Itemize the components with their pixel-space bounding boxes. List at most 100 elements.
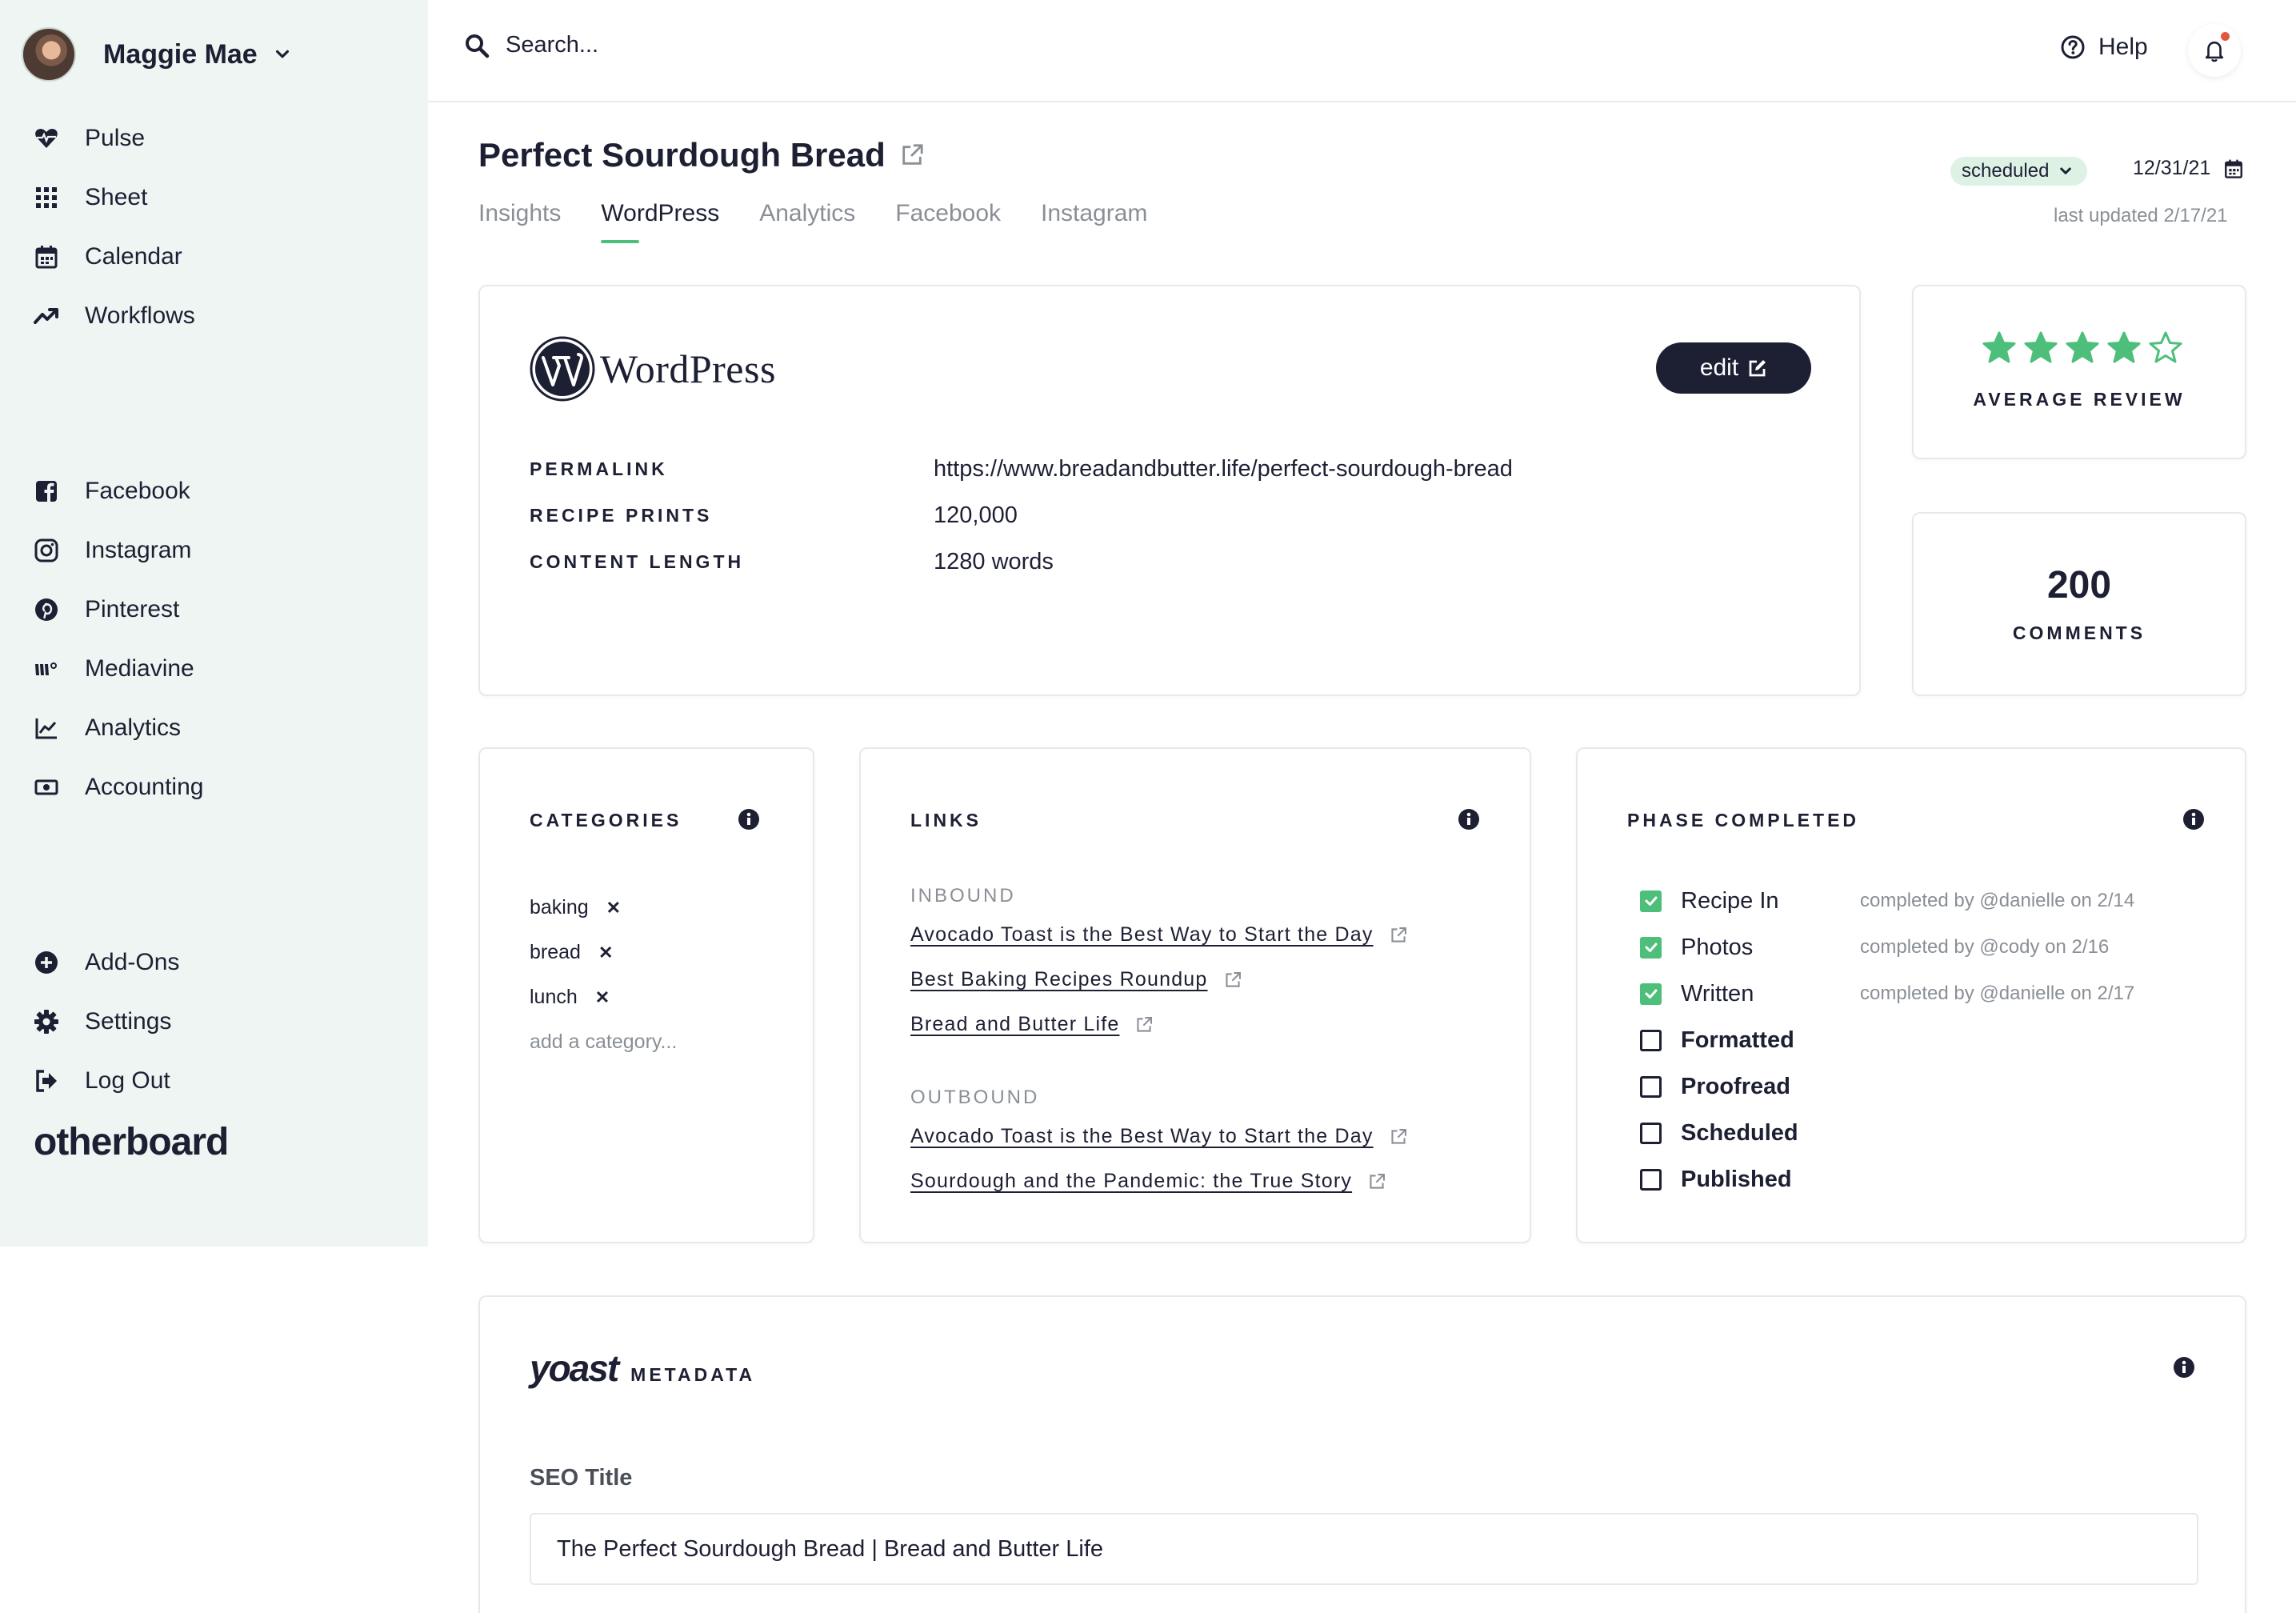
tab-facebook[interactable]: Facebook <box>895 200 1001 243</box>
phase-completed-note: completed by @danielle on 2/14 <box>1860 890 2135 911</box>
nav-item-workflows[interactable]: Workflows <box>30 286 195 346</box>
search-bar <box>464 32 906 58</box>
external-link-icon <box>1137 1016 1153 1032</box>
tab-instagram[interactable]: Instagram <box>1041 200 1147 243</box>
category-tag: baking ✕ <box>530 896 622 919</box>
tab-wordpress[interactable]: WordPress <box>601 200 719 243</box>
wordpress-logo: WordPress <box>530 336 776 402</box>
user-menu[interactable]: Maggie Mae <box>22 26 291 82</box>
info-icon[interactable] <box>2182 808 2205 831</box>
tab-insights[interactable]: Insights <box>478 200 561 243</box>
external-link-icon[interactable] <box>900 143 924 167</box>
phase-item: Recipe In completed by @danielle on 2/14 <box>1640 885 2134 917</box>
external-link-icon <box>1370 1173 1386 1189</box>
schedule-date-picker[interactable]: 12/31/21 <box>2133 157 2244 180</box>
money-icon <box>30 771 62 803</box>
recipe-prints-value: 120,000 <box>934 502 1018 528</box>
yoast-logo: yoast <box>530 1347 619 1389</box>
phase-label: Proofread <box>1681 1073 1790 1099</box>
info-icon[interactable] <box>738 808 760 831</box>
edit-button[interactable]: edit <box>1656 342 1811 394</box>
remove-icon[interactable]: ✕ <box>595 987 610 1008</box>
nav-item-pinterest[interactable]: Pinterest <box>30 580 203 639</box>
add-category-input[interactable] <box>530 1031 770 1054</box>
phase-label: Published <box>1681 1166 1792 1192</box>
inbound-link[interactable]: Avocado Toast is the Best Way to Start t… <box>910 923 1407 947</box>
inbound-link[interactable]: Best Baking Recipes Roundup <box>910 968 1242 991</box>
calendar-icon <box>30 241 62 273</box>
star-rating <box>1982 331 2190 365</box>
check-icon <box>1645 989 1657 999</box>
heart-pulse-icon <box>30 122 62 154</box>
category-tag: bread ✕ <box>530 941 614 963</box>
search-input[interactable] <box>506 32 906 58</box>
brand-logo[interactable]: otherboard <box>34 1120 229 1164</box>
permalink-value[interactable]: https://www.breadandbutter.life/perfect-… <box>934 456 1513 482</box>
info-icon[interactable] <box>1458 808 1480 831</box>
comments-label: COMMENTS <box>2012 622 2146 643</box>
post-tabs: Insights WordPress Analytics Facebook In… <box>478 200 1187 243</box>
phase-label: Recipe In <box>1681 887 1779 914</box>
checkbox-checked[interactable] <box>1640 890 1662 912</box>
nav-item-calendar[interactable]: Calendar <box>30 227 195 286</box>
info-icon[interactable] <box>2173 1356 2195 1379</box>
phase-label: Formatted <box>1681 1027 1794 1053</box>
checkbox-unchecked[interactable] <box>1640 1168 1662 1191</box>
inbound-link[interactable]: Bread and Butter Life <box>910 1013 1153 1036</box>
nav-item-accounting[interactable]: Accounting <box>30 758 203 817</box>
search-icon <box>466 34 490 58</box>
checkbox-unchecked[interactable] <box>1640 1122 1662 1144</box>
status-dropdown[interactable]: scheduled <box>1950 157 2088 186</box>
phase-completed-card: PHASE COMPLETED Recipe In completed by @d… <box>1576 747 2246 1243</box>
nav-item-mediavine[interactable]: Mediavine <box>30 639 203 698</box>
nav-item-log-out[interactable]: Log Out <box>30 1051 179 1111</box>
checkbox-unchecked[interactable] <box>1640 1029 1662 1051</box>
outbound-link[interactable]: Avocado Toast is the Best Way to Start t… <box>910 1125 1407 1148</box>
content-length-value: 1280 words <box>934 548 1054 574</box>
schedule-date: 12/31/21 <box>2133 157 2211 179</box>
notifications-button[interactable] <box>2188 24 2241 77</box>
remove-icon[interactable]: ✕ <box>598 943 613 963</box>
star-filled-icon <box>2066 331 2099 363</box>
top-bar: Help <box>428 0 2296 102</box>
review-label: AVERAGE REVIEW <box>1973 389 2186 410</box>
instagram-icon <box>30 534 62 566</box>
nav-item-sheet[interactable]: Sheet <box>30 168 195 227</box>
phase-completed-note: completed by @danielle on 2/17 <box>1860 983 2135 1004</box>
nav-item-pulse[interactable]: Pulse <box>30 109 195 168</box>
nav-item-analytics[interactable]: Analytics <box>30 698 203 758</box>
phase-label: Photos <box>1681 934 1754 960</box>
checkbox-checked[interactable] <box>1640 936 1662 959</box>
seo-title-input[interactable] <box>530 1513 2198 1585</box>
sidebar: Maggie Mae Pulse Sheet Calendar Workflow… <box>0 0 428 1247</box>
seo-title-label: SEO Title <box>530 1465 633 1491</box>
links-card: LINKS INBOUND Avocado Toast is the Best … <box>859 747 1531 1243</box>
chevron-down-icon <box>2060 167 2072 174</box>
trend-icon <box>30 300 62 332</box>
nav-item-instagram[interactable]: Instagram <box>30 521 203 580</box>
checkbox-unchecked[interactable] <box>1640 1075 1662 1098</box>
gear-icon <box>30 1006 62 1038</box>
links-title: LINKS <box>910 810 982 831</box>
nav-item-settings[interactable]: Settings <box>30 992 179 1051</box>
outbound-link[interactable]: Sourdough and the Pandemic: the True Sto… <box>910 1170 1386 1193</box>
nav-item-facebook[interactable]: Facebook <box>30 462 203 521</box>
mediavine-icon <box>30 653 62 685</box>
star-empty-icon <box>2149 331 2182 363</box>
avatar <box>22 27 76 82</box>
remove-icon[interactable]: ✕ <box>606 898 621 919</box>
yoast-metadata-card: yoast METADATA SEO Title <box>478 1295 2246 1613</box>
help-button[interactable]: Help <box>2060 34 2148 61</box>
meta-row-recipe-prints: RECIPE PRINTS 120,000 <box>530 502 1018 528</box>
tab-analytics[interactable]: Analytics <box>759 200 855 243</box>
wordpress-wordmark: WordPress <box>600 346 776 391</box>
star-filled-icon <box>2024 331 2058 363</box>
phase-item: Photos completed by @cody on 2/16 <box>1640 931 2109 963</box>
checkbox-checked[interactable] <box>1640 983 1662 1005</box>
inbound-label: INBOUND <box>910 885 1016 907</box>
average-review-card: AVERAGE REVIEW <box>1912 285 2246 459</box>
yoast-header: yoast METADATA <box>530 1347 755 1390</box>
status-badge: scheduled <box>1962 160 2050 182</box>
facebook-icon <box>30 475 62 507</box>
nav-item-add-ons[interactable]: Add-Ons <box>30 933 179 992</box>
